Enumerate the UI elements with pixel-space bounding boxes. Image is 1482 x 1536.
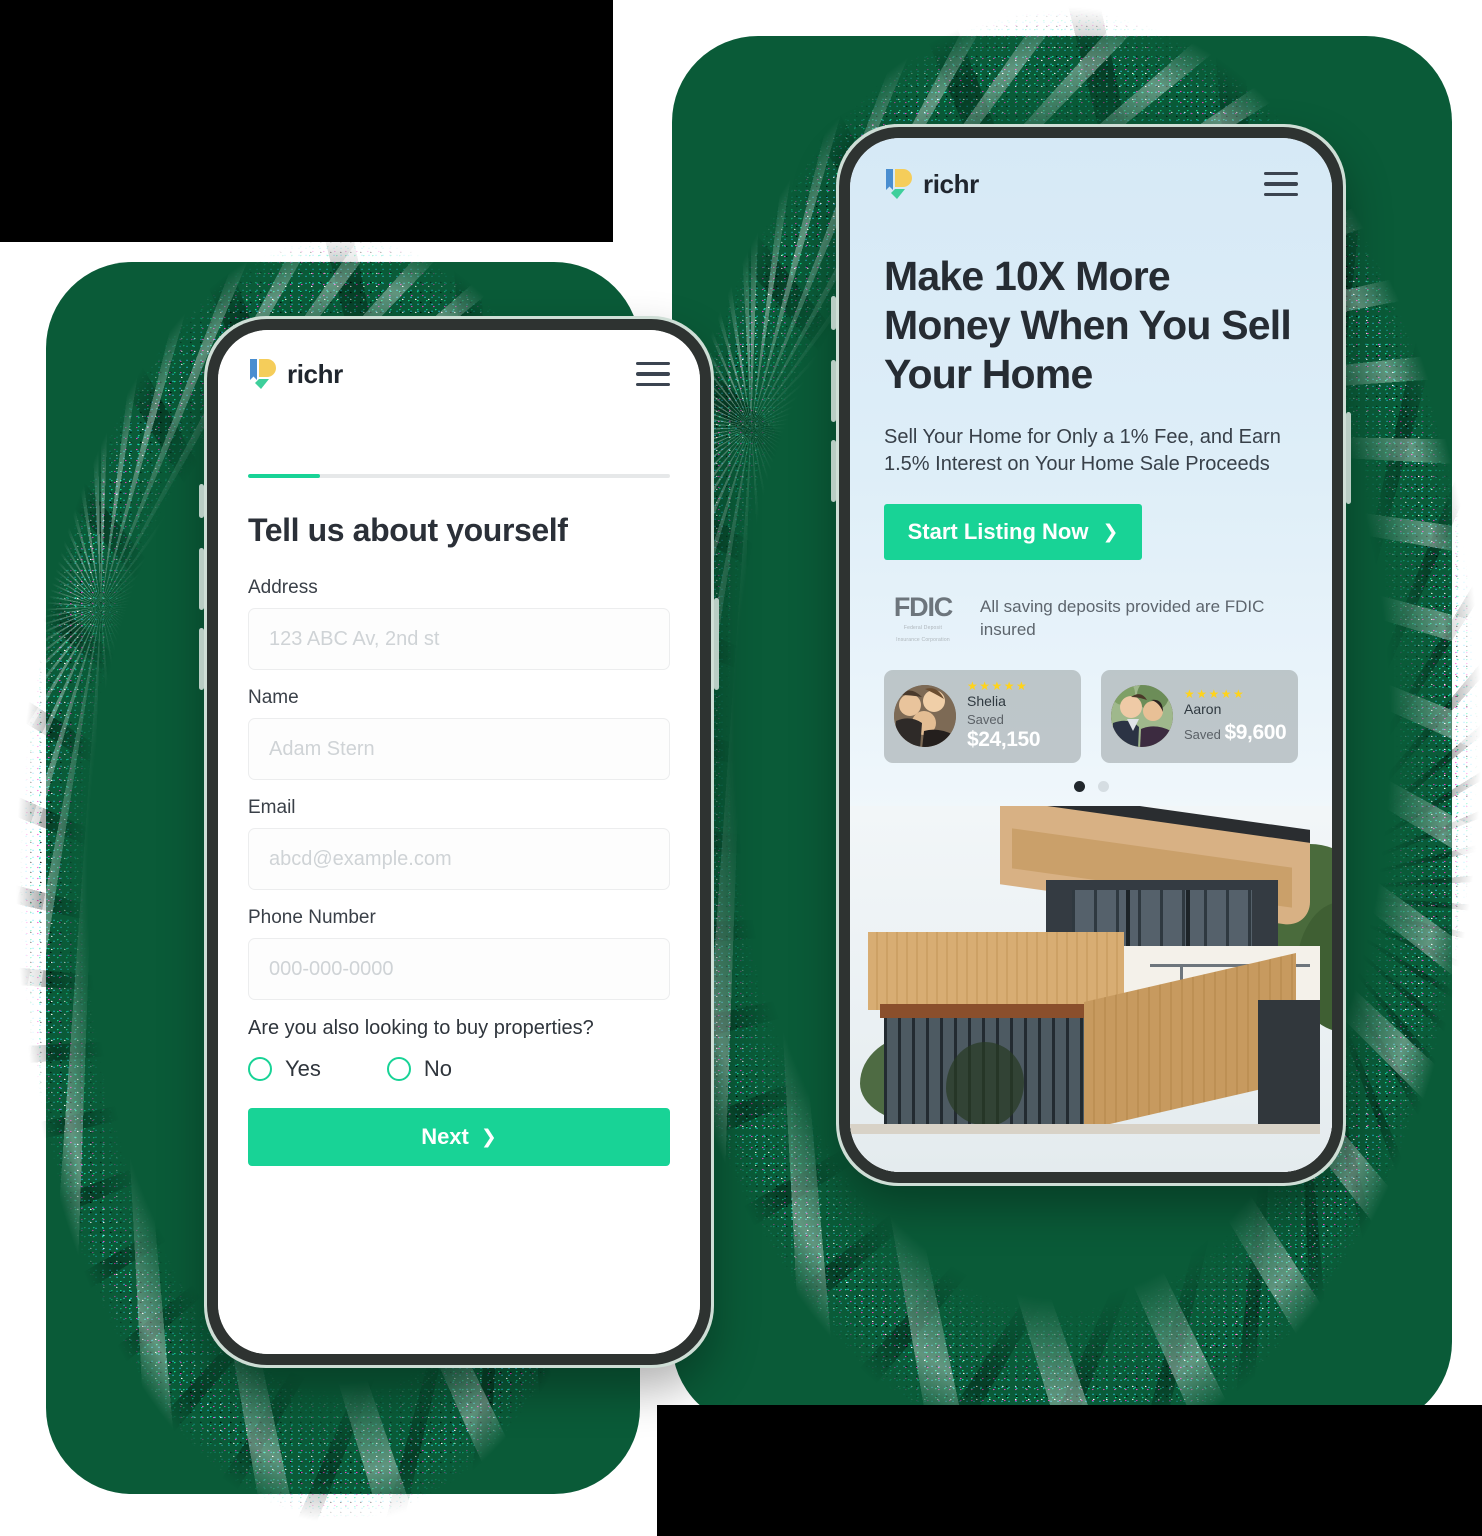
radio-circle-yes-icon bbox=[248, 1057, 272, 1081]
field-label-phone: Phone Number bbox=[248, 907, 376, 928]
testimonial-card[interactable]: ★★★★★ Aaron Saved $9,600 bbox=[1101, 670, 1298, 763]
hero-headline: Make 10X More Money When You Sell Your H… bbox=[884, 253, 1292, 397]
form-body: Tell us about yourself Address 123 ABC A… bbox=[218, 478, 700, 1166]
name-input[interactable]: Adam Stern bbox=[248, 718, 670, 780]
start-listing-label: Start Listing Now bbox=[907, 519, 1089, 545]
chevron-right-icon: ❯ bbox=[1102, 521, 1119, 543]
form-title: Tell us about yourself bbox=[248, 512, 568, 548]
phone-left-power[interactable] bbox=[714, 598, 719, 690]
hamburger-menu-icon[interactable] bbox=[636, 362, 670, 386]
fdic-notice: FDIC Federal Deposit Insurance Corporati… bbox=[850, 594, 1332, 644]
testimonial-saved: Saved $9,600 bbox=[1184, 720, 1287, 745]
fdic-logo-icon: FDIC Federal Deposit Insurance Corporati… bbox=[884, 594, 962, 644]
avatar bbox=[1111, 685, 1173, 748]
phone-input[interactable]: 000-000-0000 bbox=[248, 938, 670, 1000]
hero-app-bar: richr bbox=[850, 138, 1332, 200]
testimonial-carousel: ★★★★★ Shelia Saved $24,150 ★★★★★ Aaron S… bbox=[850, 670, 1332, 763]
field-phone: Phone Number 000-000-0000 bbox=[248, 907, 670, 1000]
richr-logo-icon bbox=[248, 358, 278, 390]
email-input[interactable]: abcd@example.com bbox=[248, 828, 670, 890]
black-plate-bottom-right bbox=[657, 1405, 1482, 1536]
phone-right-volume-up[interactable] bbox=[831, 360, 836, 422]
phone-right-bezel: richr Make 10X More Money When You Sell … bbox=[839, 127, 1343, 1183]
testimonial-name: Aaron bbox=[1184, 701, 1222, 718]
saved-label: Saved bbox=[1184, 726, 1221, 742]
saved-amount: $9,600 bbox=[1224, 720, 1287, 744]
field-address: Address 123 ABC Av, 2nd st bbox=[248, 577, 670, 670]
saved-label: Saved bbox=[967, 711, 1004, 727]
radio-option-yes[interactable]: Yes bbox=[248, 1056, 321, 1082]
testimonial-saved: Saved $24,150 bbox=[967, 712, 1071, 753]
fdic-fine-line-2: Insurance Corporation bbox=[896, 636, 950, 643]
composition-stage: richr Tell us about yourself Address 123… bbox=[0, 0, 1482, 1536]
saved-amount: $24,150 bbox=[967, 728, 1041, 752]
field-label-name: Name bbox=[248, 687, 299, 708]
buy-properties-question: Are you also looking to buy properties? bbox=[248, 1017, 594, 1039]
hero-copy: Make 10X More Money When You Sell Your H… bbox=[850, 200, 1332, 561]
fdic-wordmark: FDIC bbox=[893, 592, 953, 623]
buy-properties-radio-group: Yes No bbox=[248, 1056, 670, 1082]
carousel-dots bbox=[850, 780, 1332, 792]
carousel-dot[interactable] bbox=[1097, 780, 1109, 792]
phone-right-volume-down[interactable] bbox=[831, 440, 836, 502]
field-email: Email abcd@example.com bbox=[248, 797, 670, 890]
phone-mockup-landing: richr Make 10X More Money When You Sell … bbox=[831, 124, 1351, 1186]
radio-circle-no-icon bbox=[386, 1057, 411, 1081]
phone-left-bezel: richr Tell us about yourself Address 123… bbox=[207, 319, 711, 1365]
next-button-label: Next bbox=[421, 1124, 469, 1149]
radio-label-yes: Yes bbox=[285, 1056, 321, 1081]
field-name: Name Adam Stern bbox=[248, 687, 670, 780]
brand-name-right: richr bbox=[923, 168, 979, 199]
landing-hero-screen: richr Make 10X More Money When You Sell … bbox=[850, 138, 1332, 1172]
avatar bbox=[894, 685, 956, 748]
brand-lockup-left[interactable]: richr bbox=[248, 358, 343, 390]
phone-right-screen: richr Make 10X More Money When You Sell … bbox=[850, 138, 1332, 1172]
richr-logo-icon bbox=[884, 168, 914, 200]
field-label-address: Address bbox=[248, 577, 318, 598]
hamburger-menu-icon[interactable] bbox=[1264, 172, 1298, 196]
hero-subheadline: Sell Your Home for Only a 1% Fee, and Ea… bbox=[884, 426, 1281, 476]
phone-mockup-form: richr Tell us about yourself Address 123… bbox=[199, 316, 719, 1368]
testimonial-name: Shelia bbox=[967, 693, 1006, 710]
brand-lockup-right[interactable]: richr bbox=[884, 168, 979, 200]
testimonial-card[interactable]: ★★★★★ Shelia Saved $24,150 bbox=[884, 670, 1081, 763]
address-input[interactable]: 123 ABC Av, 2nd st bbox=[248, 608, 670, 670]
phone-left-volume-down[interactable] bbox=[199, 628, 204, 690]
phone-left-screen: richr Tell us about yourself Address 123… bbox=[218, 330, 700, 1354]
fdic-fine-line-1: Federal Deposit bbox=[903, 625, 943, 632]
form-app-bar: richr bbox=[218, 330, 700, 390]
phone-right-mute-switch[interactable] bbox=[831, 296, 836, 330]
testimonial-info: ★★★★★ Shelia Saved $24,150 bbox=[967, 680, 1071, 752]
onboarding-form-screen: richr Tell us about yourself Address 123… bbox=[218, 330, 700, 1354]
rating-stars-icon: ★★★★★ bbox=[1184, 687, 1246, 702]
carousel-dot-active[interactable] bbox=[1073, 780, 1085, 792]
radio-option-no[interactable]: No bbox=[386, 1056, 453, 1082]
next-button[interactable]: Next ❯ bbox=[248, 1108, 670, 1166]
radio-label-no: No bbox=[423, 1056, 453, 1081]
testimonial-info: ★★★★★ Aaron Saved $9,600 bbox=[1184, 687, 1287, 745]
fdic-notice-text: All saving deposits provided are FDIC in… bbox=[980, 597, 1265, 640]
modern-house-photo bbox=[850, 805, 1332, 1172]
field-label-email: Email bbox=[248, 797, 296, 818]
black-plate-top-left bbox=[0, 0, 613, 242]
phone-left-volume-up[interactable] bbox=[199, 548, 204, 610]
rating-stars-icon: ★★★★★ bbox=[967, 679, 1029, 694]
start-listing-button[interactable]: Start Listing Now ❯ bbox=[884, 504, 1142, 561]
phone-left-mute-switch[interactable] bbox=[199, 484, 204, 518]
phone-right-power[interactable] bbox=[1346, 412, 1351, 504]
chevron-right-icon: ❯ bbox=[480, 1126, 497, 1148]
brand-name-left: richr bbox=[287, 358, 343, 389]
